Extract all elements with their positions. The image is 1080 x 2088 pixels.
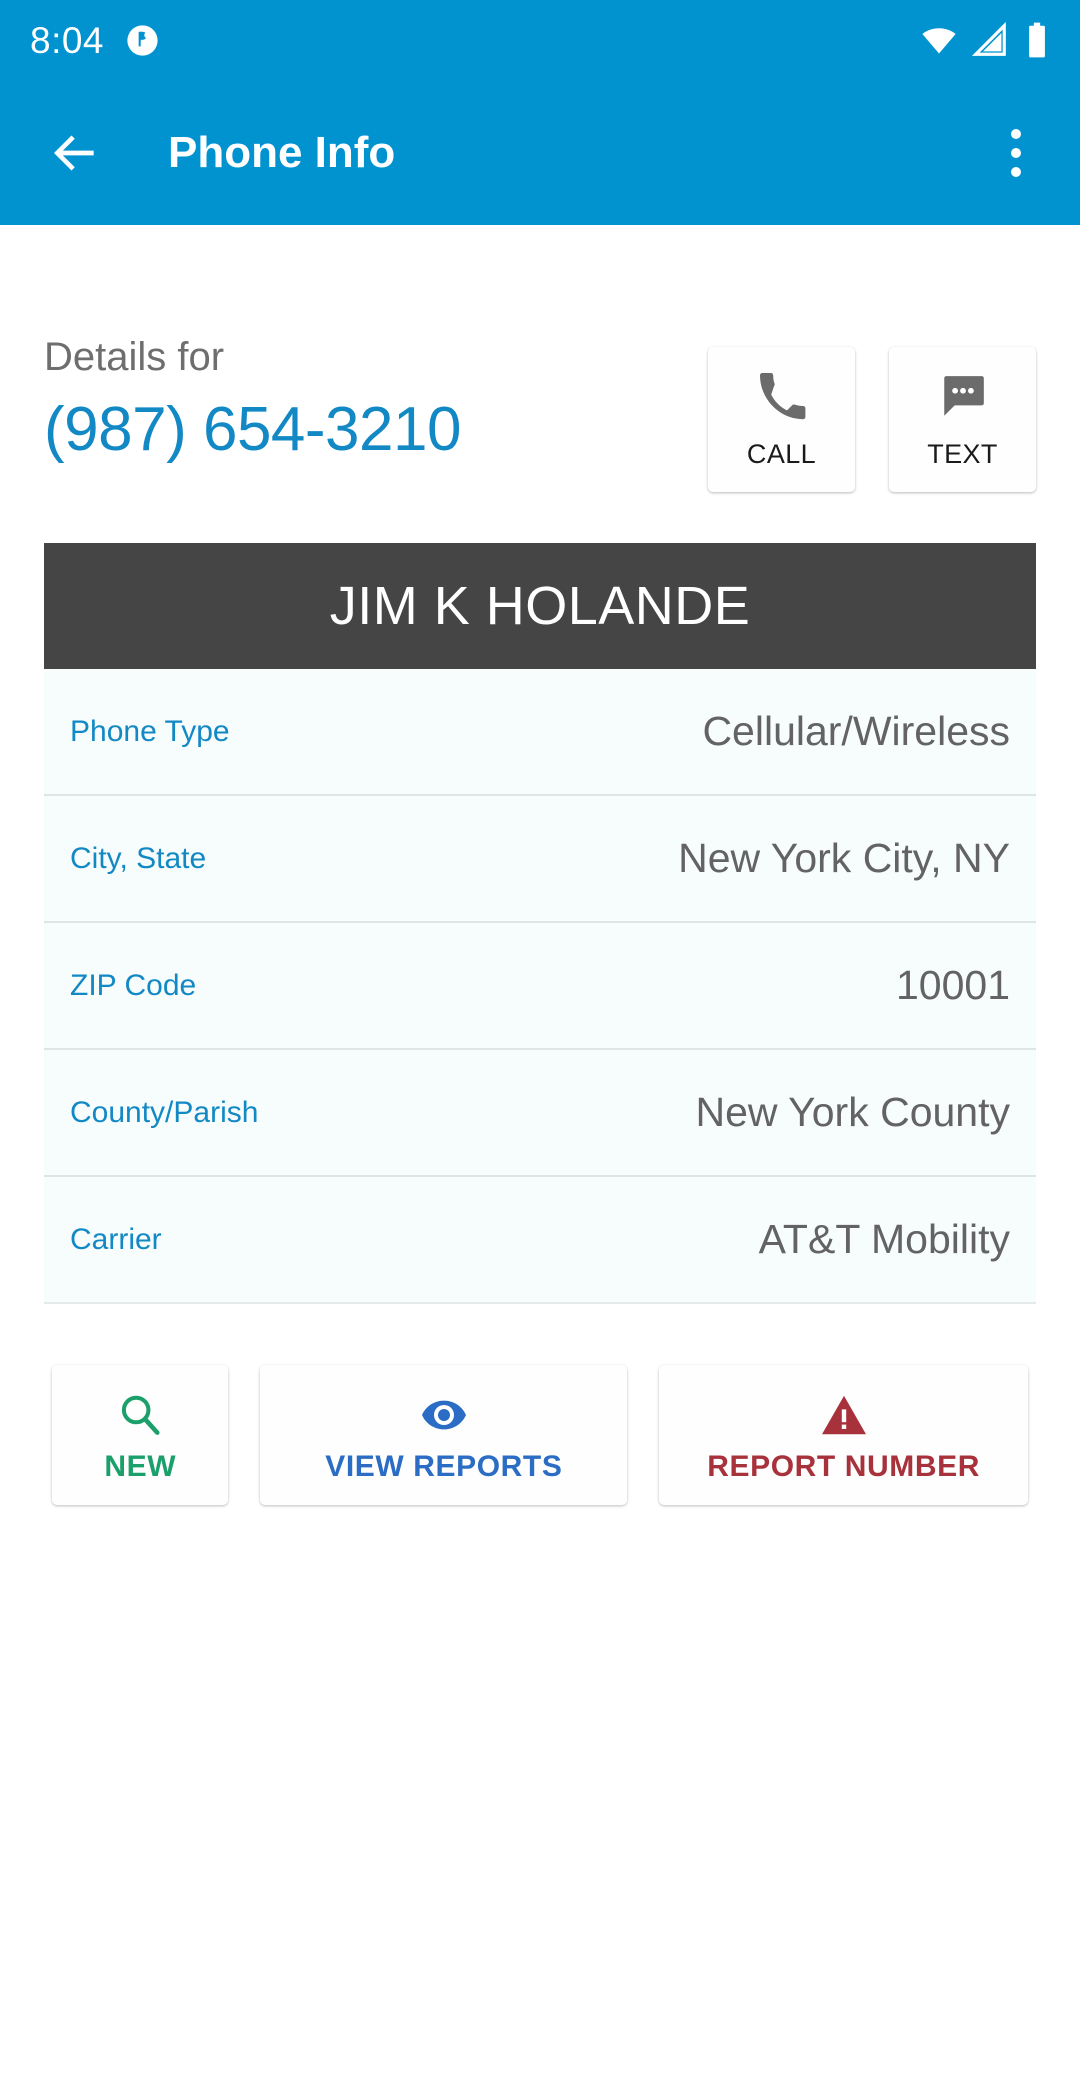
table-row: Phone Type Cellular/Wireless	[44, 669, 1036, 796]
search-icon	[117, 1388, 163, 1442]
contact-actions-group: CALL TEXT	[708, 335, 1036, 492]
row-value-city-state: New York City, NY	[678, 835, 1010, 881]
row-label-carrier: Carrier	[70, 1222, 162, 1256]
app-notification-icon	[127, 24, 158, 56]
contact-name-banner: JIM K HOLANDE	[44, 543, 1036, 669]
overflow-menu-icon	[1011, 128, 1021, 139]
status-system-icons	[920, 21, 1052, 59]
wifi-icon	[922, 28, 956, 54]
row-label-city-state: City, State	[70, 841, 207, 875]
back-button[interactable]	[44, 122, 106, 184]
view-reports-button[interactable]: VIEW REPORTS	[260, 1365, 628, 1505]
call-button[interactable]: CALL	[708, 347, 855, 492]
bottom-action-bar: NEW VIEW REPORTS REPORT NUMBER	[0, 1365, 1080, 1505]
status-bar: 8:04	[0, 0, 1080, 80]
row-value-zip-code: 10001	[895, 962, 1010, 1008]
table-row: ZIP Code 10001	[44, 923, 1036, 1050]
phone-info-screen: 8:04 Phone Info Details for (987) 654-32…	[0, 0, 1080, 2088]
table-row: County/Parish New York County	[44, 1050, 1036, 1177]
row-label-zip-code: ZIP Code	[70, 968, 197, 1002]
details-for-label: Details for	[44, 335, 225, 379]
report-number-button[interactable]: REPORT NUMBER	[659, 1365, 1028, 1505]
details-text-column: Details for (987) 654-3210	[44, 335, 461, 469]
back-arrow-icon	[54, 135, 94, 170]
report-number-button-label: REPORT NUMBER	[707, 1450, 981, 1483]
text-button-label: TEXT	[927, 439, 998, 469]
text-button[interactable]: TEXT	[889, 347, 1036, 492]
page-title: Phone Info	[168, 127, 396, 177]
row-value-carrier: AT&T Mobility	[758, 1216, 1010, 1262]
overflow-menu-icon-dot3	[1011, 166, 1021, 177]
row-label-county-parish: County/Parish	[70, 1095, 259, 1129]
app-bar: Phone Info	[0, 80, 1080, 225]
status-notification-area	[126, 24, 159, 57]
view-reports-button-label: VIEW REPORTS	[325, 1450, 563, 1483]
message-bubble-icon	[938, 369, 988, 425]
details-header-section: Details for (987) 654-3210 CALL TEXT	[0, 225, 1080, 492]
battery-full-icon	[1029, 22, 1045, 58]
details-header-row: Details for (987) 654-3210 CALL TEXT	[0, 225, 1080, 492]
row-label-phone-type: Phone Type	[70, 714, 230, 748]
phone-number-value[interactable]: (987) 654-3210	[44, 391, 461, 469]
row-value-county-parish: New York County	[695, 1089, 1010, 1135]
eye-icon	[420, 1388, 468, 1442]
contact-name: JIM K HOLANDE	[329, 576, 751, 636]
new-search-button[interactable]: NEW	[52, 1365, 229, 1505]
row-value-phone-type: Cellular/Wireless	[702, 708, 1010, 754]
call-button-label: CALL	[746, 439, 817, 469]
phone-icon	[758, 369, 806, 425]
table-row: City, State New York City, NY	[44, 796, 1036, 923]
overflow-menu-icon-dot2	[1011, 147, 1021, 158]
table-row: Carrier AT&T Mobility	[44, 1177, 1036, 1304]
new-search-button-label: NEW	[104, 1450, 177, 1483]
cellular-signal-icon	[971, 21, 1006, 56]
phone-info-table: JIM K HOLANDE Phone Type Cellular/Wirele…	[44, 543, 1036, 1304]
warning-triangle-icon	[820, 1388, 868, 1442]
overflow-menu-button[interactable]	[986, 115, 1046, 191]
status-clock: 8:04	[30, 19, 105, 61]
